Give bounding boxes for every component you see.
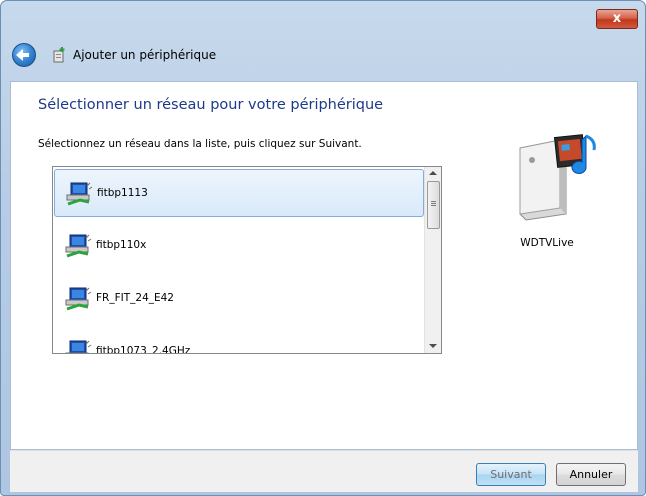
network-icon	[66, 182, 93, 206]
close-button[interactable]: x	[596, 9, 638, 29]
network-icon	[65, 234, 92, 258]
list-item-label: fitbp1073_2.4GHz	[96, 345, 191, 354]
grip-icon	[431, 201, 436, 202]
list-item-label: fitbp1113	[97, 187, 148, 199]
cancel-button[interactable]: Annuler	[556, 463, 626, 486]
network-list[interactable]: fitbp1113 fitbp110x FR_FIT_24_E42 fitbp1…	[52, 166, 442, 354]
list-item[interactable]: fitbp1073_2.4GHz	[54, 328, 424, 354]
next-button[interactable]: Suivant	[476, 463, 546, 486]
footer-bar: Suivant Annuler	[10, 450, 638, 492]
network-icon	[65, 287, 92, 311]
device-name: WDTVLive	[520, 237, 574, 249]
scroll-thumb[interactable]	[427, 181, 440, 229]
list-item[interactable]: fitbp1113	[54, 169, 424, 217]
list-item-label: fitbp110x	[96, 239, 147, 251]
window-frame: x Ajouter un périphérique Sélectionner u…	[0, 0, 646, 496]
list-item-label: FR_FIT_24_E42	[96, 292, 174, 304]
list-item[interactable]: FR_FIT_24_E42	[54, 275, 424, 323]
page-heading: Sélectionner un réseau pour votre périph…	[38, 97, 384, 113]
add-device-icon	[53, 47, 65, 63]
list-item[interactable]: fitbp110x	[54, 222, 424, 270]
scroll-down-arrow-icon[interactable]	[429, 344, 437, 348]
content-panel: Sélectionner un réseau pour votre périph…	[10, 81, 638, 450]
scroll-up-arrow-icon[interactable]	[429, 171, 437, 175]
window-title: Ajouter un périphérique	[73, 48, 217, 62]
back-arrow-icon[interactable]	[12, 43, 36, 67]
instruction-text: Sélectionnez un réseau dans la liste, pu…	[38, 138, 362, 150]
vertical-scrollbar[interactable]	[424, 167, 441, 353]
network-icon	[65, 340, 92, 353]
title-area: Ajouter un périphérique	[9, 35, 639, 75]
media-player-device-icon	[519, 134, 596, 221]
